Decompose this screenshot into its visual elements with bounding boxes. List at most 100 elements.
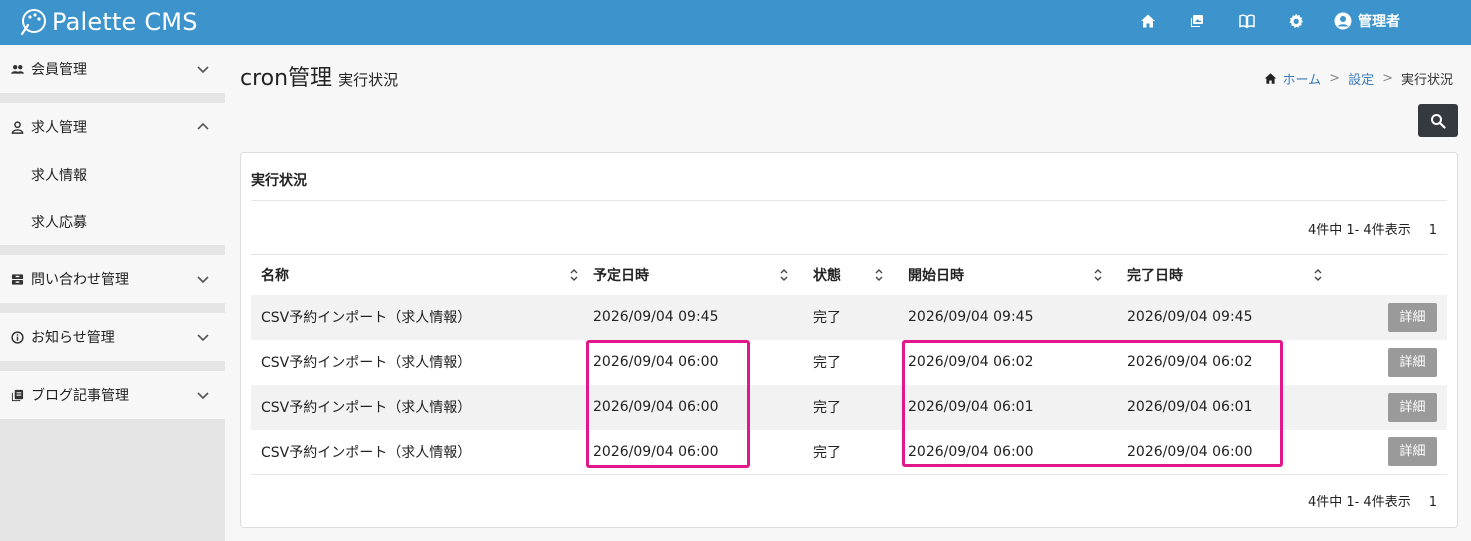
chevron-up-icon bbox=[196, 120, 210, 134]
sort-icon[interactable] bbox=[569, 268, 579, 282]
search-button[interactable] bbox=[1418, 104, 1458, 137]
table-row: CSV予約インポート（求人情報） 2026/09/04 06:00 完了 202… bbox=[251, 340, 1447, 385]
sidebar-item-news[interactable]: お知らせ管理 bbox=[0, 313, 225, 361]
cell-status: 完了 bbox=[813, 355, 841, 371]
chevron-down-icon bbox=[196, 62, 210, 76]
page-title-text: cron管理 bbox=[240, 66, 333, 91]
app-logo[interactable]: Palette CMS bbox=[18, 6, 198, 38]
pagination-page-1[interactable]: 1 bbox=[1429, 495, 1437, 510]
pagination-bottom: 4件中 1- 4件表示 1 bbox=[1308, 491, 1437, 510]
search-icon bbox=[1431, 113, 1446, 129]
gear-icon[interactable] bbox=[1287, 12, 1305, 30]
detail-button[interactable]: 詳細 bbox=[1388, 392, 1437, 422]
chevron-down-icon bbox=[196, 388, 210, 402]
cell-name: CSV予約インポート（求人情報） bbox=[251, 384, 583, 430]
column-header-end[interactable]: 完了日時 bbox=[1117, 254, 1337, 295]
cell-scheduled: 2026/09/04 06:00 bbox=[583, 429, 803, 475]
user-icon bbox=[10, 120, 24, 134]
cell-scheduled: 2026/09/04 06:00 bbox=[583, 384, 803, 430]
column-header-start[interactable]: 開始日時 bbox=[898, 254, 1117, 295]
table-row: CSV予約インポート（求人情報） 2026/09/04 06:00 完了 202… bbox=[251, 429, 1447, 475]
breadcrumb-current: 実行状況 bbox=[1400, 73, 1453, 88]
breadcrumb-home-link[interactable]: ホーム bbox=[1283, 69, 1322, 88]
app-name: Palette CMS bbox=[52, 8, 198, 36]
pagination-summary: 4件中 1- 4件表示 bbox=[1307, 223, 1411, 238]
cell-end: 2026/09/04 06:02 bbox=[1127, 354, 1253, 370]
column-header-name[interactable]: 名称 bbox=[251, 254, 583, 295]
column-header-label: 開始日時 bbox=[908, 267, 964, 284]
book-icon[interactable] bbox=[1238, 12, 1256, 30]
chevron-down-icon bbox=[196, 272, 210, 286]
sidebar-item-label: お知らせ管理 bbox=[31, 330, 115, 346]
sidebar-subitem-label: 求人情報 bbox=[31, 167, 87, 184]
cell-end: 2026/09/04 09:45 bbox=[1117, 294, 1337, 340]
cell-actions: 詳細 bbox=[1337, 429, 1447, 475]
card-title: 実行状況 bbox=[251, 173, 307, 189]
table-header-row: 名称 予定日時 状態 開始日時 完了日時 bbox=[251, 254, 1447, 295]
execution-status-card: 実行状況 4件中 1- 4件表示 1 名称 予定日時 状態 開始日時 完了日時 … bbox=[240, 152, 1458, 528]
sort-icon[interactable] bbox=[874, 268, 884, 282]
column-header-scheduled[interactable]: 予定日時 bbox=[583, 254, 803, 295]
gallery-icon[interactable] bbox=[1188, 12, 1206, 30]
breadcrumb-settings-link[interactable]: 設定 bbox=[1348, 69, 1374, 88]
user-menu[interactable]: 管理者 bbox=[1334, 10, 1400, 32]
cell-start: 2026/09/04 06:02 bbox=[908, 354, 1034, 370]
pagination-summary: 4件中 1- 4件表示 bbox=[1307, 495, 1411, 510]
sort-icon[interactable] bbox=[779, 268, 789, 282]
user-circle-icon bbox=[1334, 12, 1352, 30]
page-title: cron管理 実行状況 bbox=[240, 60, 398, 92]
breadcrumb-separator: > bbox=[1382, 71, 1393, 86]
table-row: CSV予約インポート（求人情報） 2026/09/04 09:45 完了 202… bbox=[251, 294, 1447, 340]
column-header-status[interactable]: 状態 bbox=[803, 254, 898, 295]
column-header-label: 予定日時 bbox=[593, 267, 649, 284]
pagination-top: 4件中 1- 4件表示 1 bbox=[1308, 219, 1437, 238]
cell-end: 2026/09/04 06:00 bbox=[1117, 429, 1337, 475]
cell-scheduled: 2026/09/04 09:45 bbox=[583, 294, 803, 340]
sidebar-item-jobs[interactable]: 求人管理 bbox=[0, 103, 225, 151]
cell-name: CSV予約インポート（求人情報） bbox=[261, 355, 472, 371]
inbox-icon bbox=[10, 272, 24, 286]
top-header: Palette CMS 管理者 bbox=[0, 0, 1471, 45]
cell-actions: 詳細 bbox=[1337, 384, 1447, 430]
cell-name: CSV予約インポート（求人情報） bbox=[251, 429, 583, 475]
column-header-label: 名称 bbox=[261, 267, 289, 284]
palette-icon bbox=[20, 9, 46, 36]
cell-scheduled: 2026/09/04 06:00 bbox=[593, 354, 719, 370]
sidebar-item-label: ブログ記事管理 bbox=[31, 388, 129, 404]
cell-start: 2026/09/04 09:45 bbox=[898, 294, 1117, 340]
user-name: 管理者 bbox=[1358, 14, 1400, 30]
column-header-label: 完了日時 bbox=[1127, 267, 1183, 284]
sidebar-item-members[interactable]: 会員管理 bbox=[0, 45, 225, 93]
sidebar-item-blog[interactable]: ブログ記事管理 bbox=[0, 371, 225, 419]
cell-actions: 詳細 bbox=[1337, 340, 1447, 385]
pagination-page-1[interactable]: 1 bbox=[1429, 223, 1437, 238]
chevron-down-icon bbox=[196, 330, 210, 344]
cell-status: 完了 bbox=[803, 384, 898, 430]
cell-end: 2026/09/04 06:01 bbox=[1117, 384, 1337, 430]
info-icon bbox=[10, 330, 24, 344]
divider bbox=[251, 200, 1447, 201]
detail-button[interactable]: 詳細 bbox=[1388, 437, 1437, 467]
sidebar-subitem-label: 求人応募 bbox=[31, 214, 87, 231]
column-header-actions bbox=[1337, 254, 1447, 295]
page-subtitle: 実行状況 bbox=[338, 71, 399, 89]
execution-table: 名称 予定日時 状態 開始日時 完了日時 CSV予約インポート（求人情報） 20… bbox=[251, 254, 1447, 475]
home-icon[interactable] bbox=[1139, 12, 1157, 30]
cell-start: 2026/09/04 06:00 bbox=[898, 429, 1117, 475]
sidebar-item-inquiries[interactable]: 問い合わせ管理 bbox=[0, 255, 225, 303]
sidebar-subitem-job-applications[interactable]: 求人応募 bbox=[0, 198, 225, 245]
breadcrumb-separator: > bbox=[1329, 71, 1341, 86]
detail-button[interactable]: 詳細 bbox=[1388, 347, 1437, 377]
sort-icon[interactable] bbox=[1313, 268, 1323, 282]
copy-icon bbox=[10, 388, 24, 402]
sort-icon[interactable] bbox=[1093, 268, 1103, 282]
breadcrumb: ホーム > 設定 > 実行状況 bbox=[1264, 69, 1453, 88]
cell-status: 完了 bbox=[803, 294, 898, 340]
cell-name: CSV予約インポート（求人情報） bbox=[251, 294, 583, 340]
users-icon bbox=[10, 62, 24, 76]
sidebar-item-label: 求人管理 bbox=[31, 120, 87, 136]
sidebar-subitem-job-info[interactable]: 求人情報 bbox=[0, 151, 225, 198]
sidebar-item-label: 会員管理 bbox=[31, 62, 87, 78]
cell-start: 2026/09/04 06:01 bbox=[898, 384, 1117, 430]
detail-button[interactable]: 詳細 bbox=[1388, 302, 1437, 332]
